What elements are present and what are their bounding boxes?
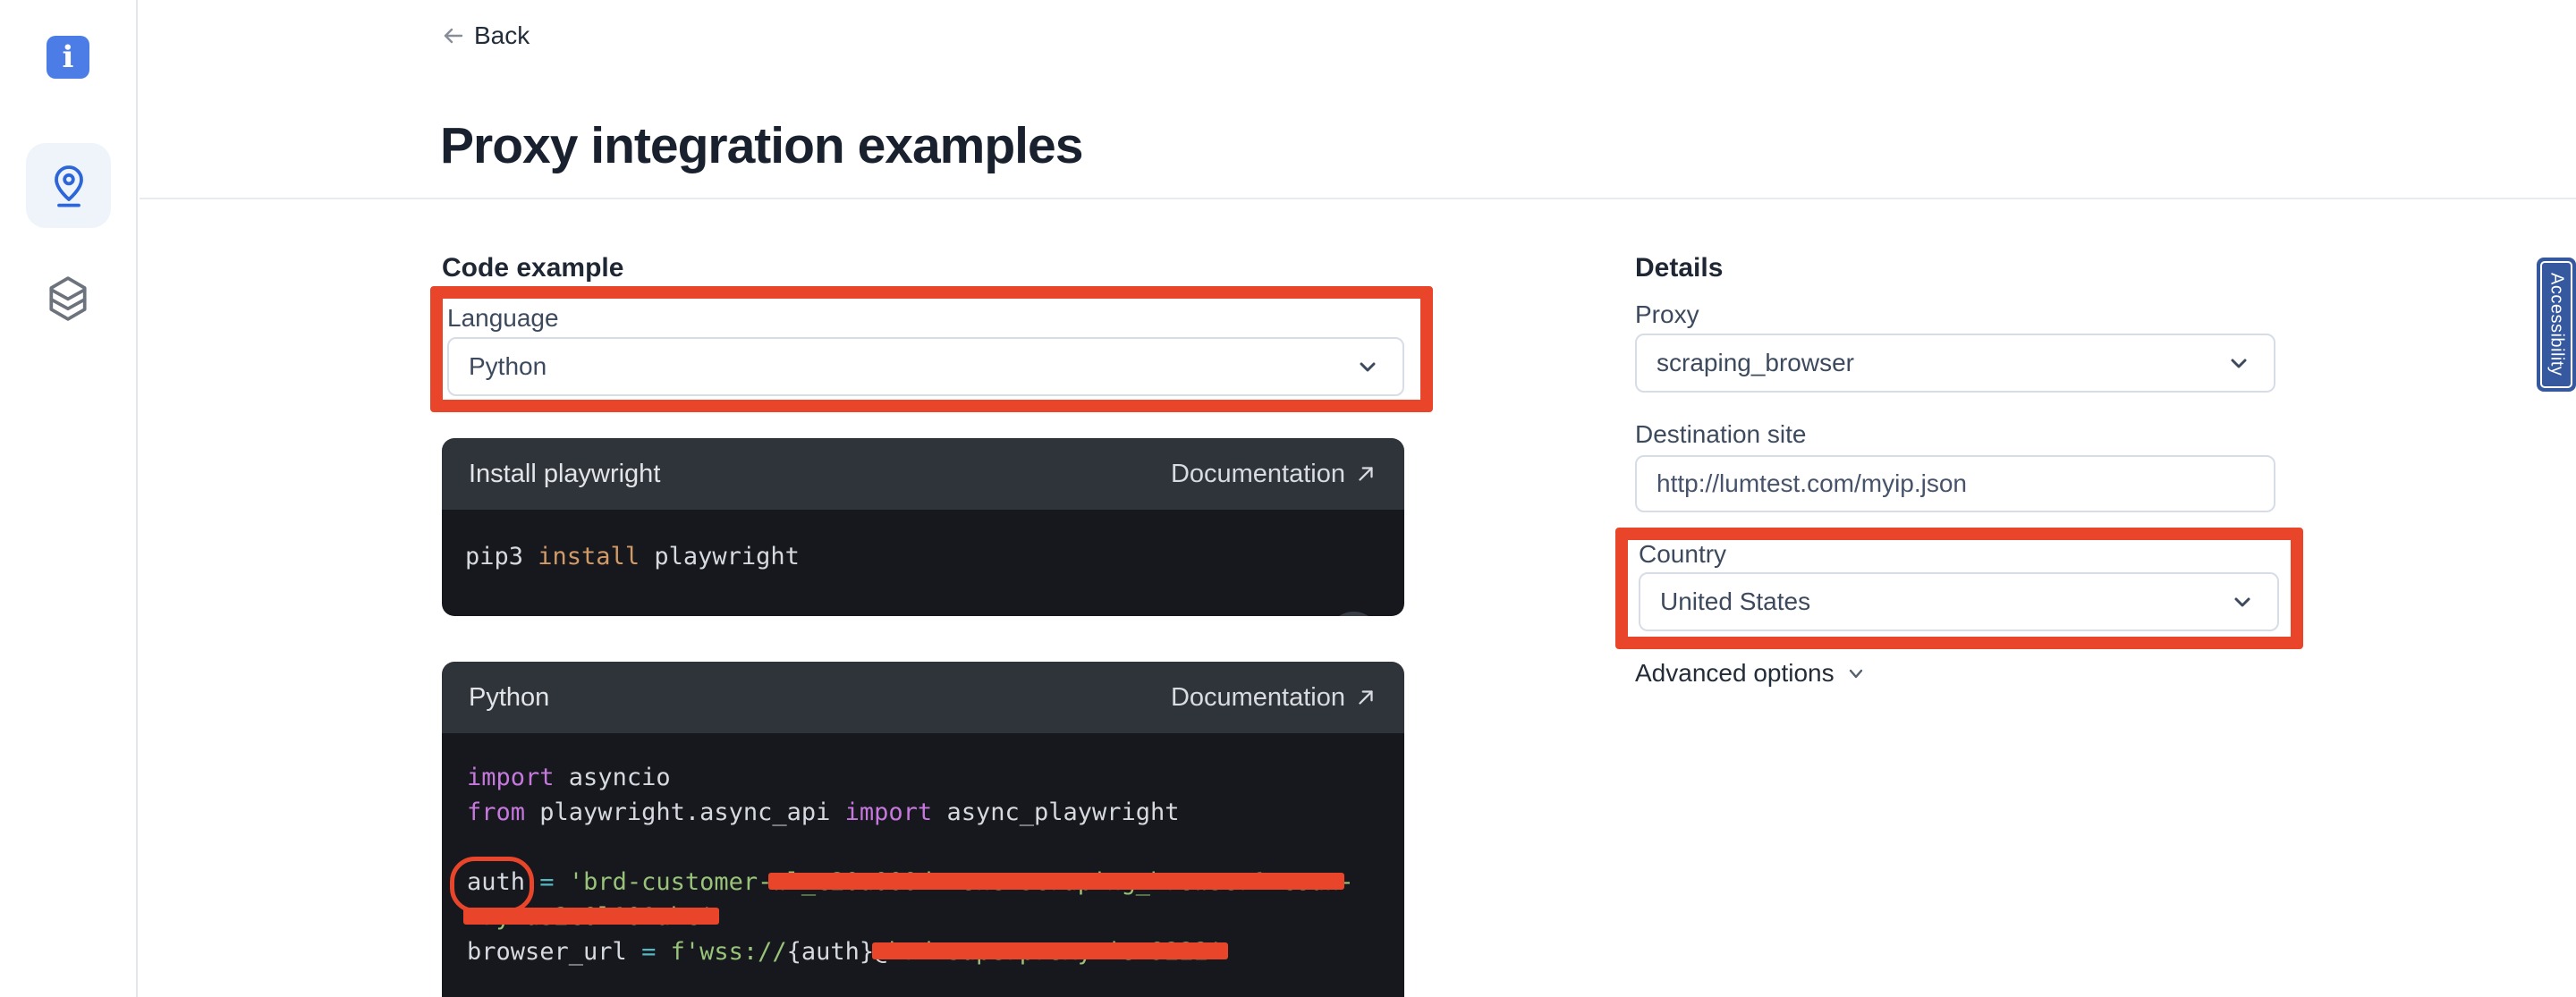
code-line: from playwright.async_api import async_p…: [467, 795, 1404, 830]
python-block-title: Python: [469, 683, 549, 713]
external-link-arrow-icon: [1354, 462, 1377, 486]
accessibility-label: Accessibility: [2546, 273, 2567, 376]
destination-site-input[interactable]: [1635, 455, 2275, 512]
chevron-down-icon: [1356, 355, 1379, 378]
page-title: Proxy integration examples: [440, 116, 1082, 175]
install-documentation-link[interactable]: Documentation: [1171, 460, 1377, 489]
proxy-select-value: scraping_browser: [1657, 349, 2227, 377]
code-line-auth: auth = 'brd-customer-wl_c20a000d-zone-sc…: [467, 865, 1404, 900]
install-code-body: pip3 install playwright: [442, 510, 1404, 616]
country-label: Country: [1639, 540, 1726, 569]
python-code-block: Python Documentation import asyncio from…: [442, 662, 1404, 997]
language-select[interactable]: Python: [447, 337, 1404, 396]
layers-icon: [46, 275, 90, 323]
documentation-label: Documentation: [1171, 460, 1345, 489]
header-divider: [140, 198, 2576, 199]
accessibility-tab-inner: Accessibility: [2540, 261, 2572, 388]
code-line: import asyncio: [467, 760, 1404, 795]
install-code-block: Install playwright Documentation pip3 in…: [442, 438, 1404, 616]
proxy-integration-page: i Back: [0, 0, 2576, 997]
language-select-value: Python: [469, 352, 1356, 381]
python-code-body: import asyncio from playwright.async_api…: [442, 733, 1404, 997]
documentation-label: Documentation: [1171, 683, 1345, 713]
install-block-header: Install playwright Documentation: [442, 438, 1404, 510]
auth-circle-annotation: auth: [467, 868, 525, 896]
code-line-auth-wrap: try-us2c0l101abc': [467, 900, 1404, 934]
external-link-arrow-icon: [1354, 686, 1377, 709]
back-arrow-icon: [440, 24, 465, 47]
code-line-browser-url: browser_url = f'wss://{auth}@brd.superpr…: [467, 934, 1404, 969]
language-label: Language: [447, 304, 559, 333]
advanced-options-label: Advanced options: [1635, 659, 1835, 688]
python-block-header: Python Documentation: [442, 662, 1404, 733]
install-command: pip3 install playwright: [465, 539, 1404, 574]
copy-button[interactable]: [1327, 612, 1380, 616]
accessibility-widget-tab[interactable]: Accessibility: [2537, 258, 2576, 392]
sidebar: i: [0, 0, 138, 997]
back-label: Back: [474, 21, 530, 50]
code-example-title: Code example: [442, 253, 623, 283]
country-select[interactable]: United States: [1639, 572, 2279, 631]
python-documentation-link[interactable]: Documentation: [1171, 683, 1377, 713]
back-button[interactable]: Back: [440, 21, 530, 50]
chevron-down-icon: [2231, 590, 2254, 613]
redaction-bar: wl_c20a000d-zone-scraping_browser1-coun: [772, 868, 1339, 896]
code-line-blank: [467, 830, 1404, 865]
sidebar-item-proxies[interactable]: [26, 143, 111, 228]
sidebar-item-info[interactable]: i: [47, 36, 89, 79]
install-block-title: Install playwright: [469, 460, 660, 489]
info-icon: i: [63, 42, 74, 72]
proxy-label: Proxy: [1635, 300, 1699, 329]
proxy-select[interactable]: scraping_browser: [1635, 334, 2275, 393]
location-pin-icon: [46, 161, 92, 211]
details-title: Details: [1635, 253, 1723, 283]
redaction-bar: brd.superproxy.io:9222': [888, 938, 1223, 966]
redaction-bar: try-us2c0l101abc': [467, 903, 714, 931]
sidebar-item-stack[interactable]: [45, 274, 91, 324]
advanced-options-toggle[interactable]: Advanced options: [1635, 659, 1867, 688]
country-select-value: United States: [1660, 587, 2231, 616]
chevron-down-icon: [1845, 663, 1867, 684]
destination-site-label: Destination site: [1635, 420, 1806, 449]
chevron-down-icon: [2227, 351, 2250, 375]
